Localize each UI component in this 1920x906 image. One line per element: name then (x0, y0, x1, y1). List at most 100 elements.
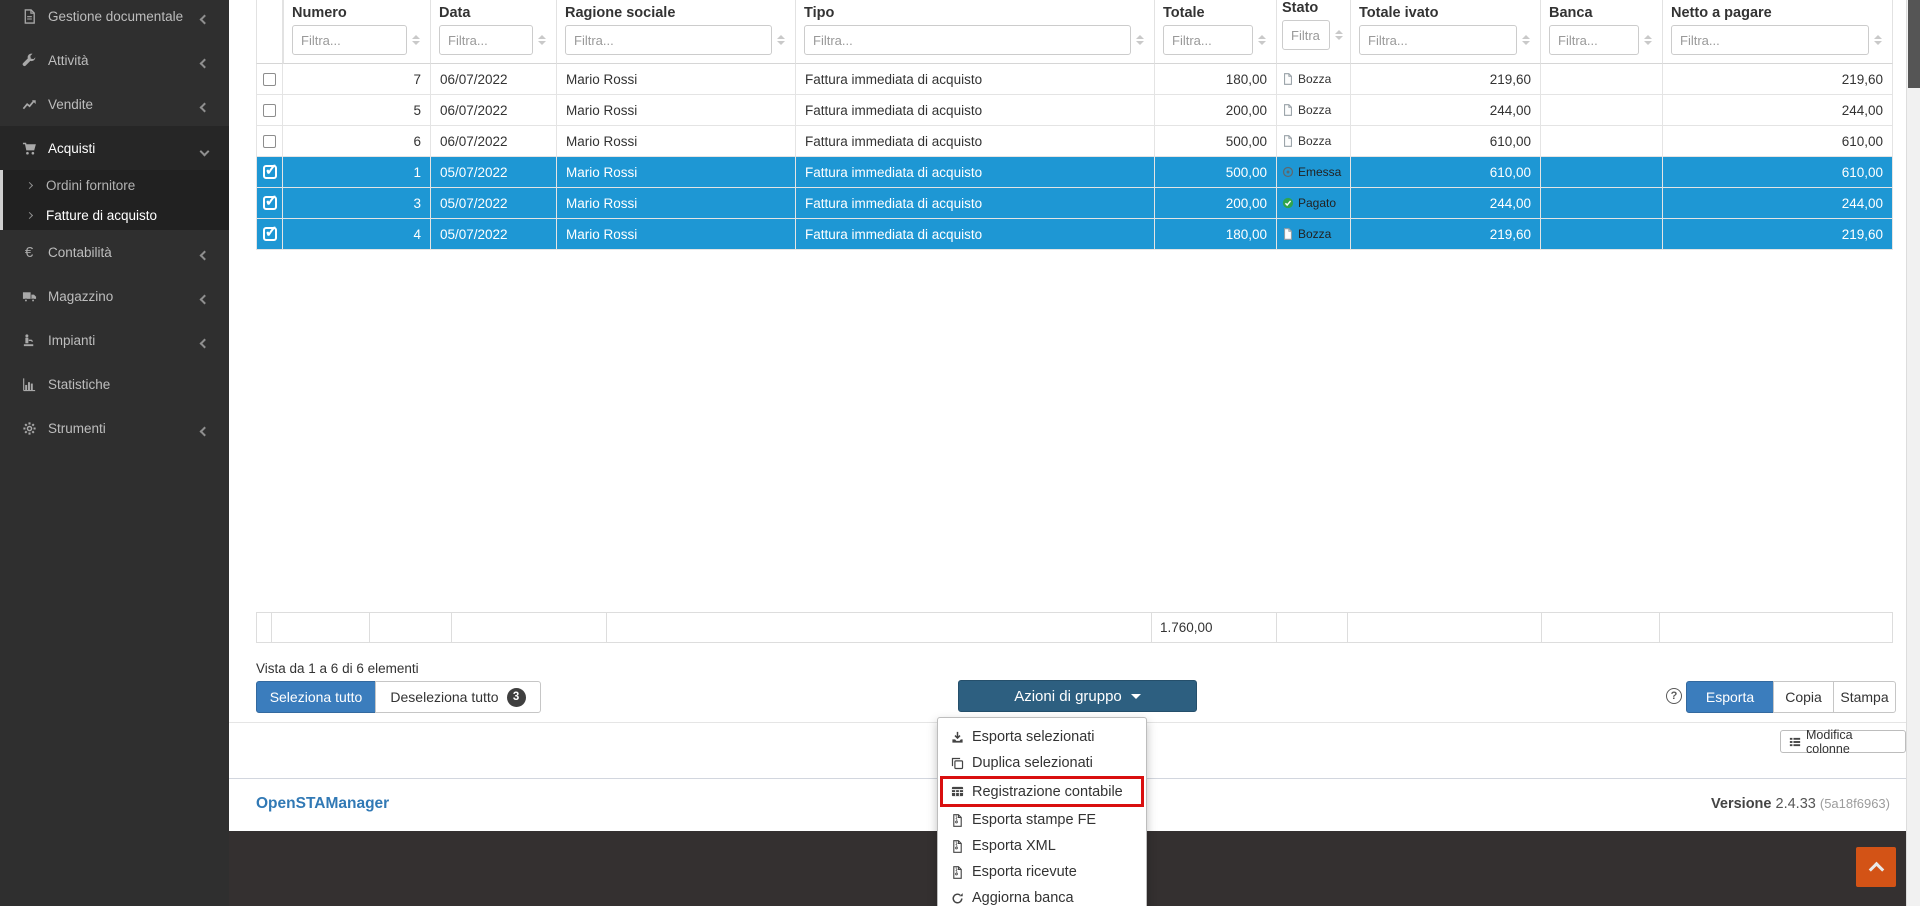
cell-netto-a-pagare: 610,00 (1663, 126, 1893, 156)
cell-totale: 180,00 (1155, 64, 1277, 94)
group-actions-button[interactable]: Azioni di gruppo (958, 680, 1197, 712)
export-bar-button[interactable]: Stampa (1833, 681, 1896, 713)
scroll-to-top-button[interactable] (1856, 847, 1896, 887)
sidebar-item-acquisti[interactable]: Acquisti (0, 126, 229, 170)
column-title: Numero (292, 5, 422, 21)
menu-item-label: Registrazione contabile (972, 784, 1123, 800)
table-row[interactable]: 3 05/07/2022 Mario Rossi Fattura immedia… (256, 188, 1893, 219)
chevron-up-icon (1868, 862, 1884, 878)
chevron-icon (200, 103, 210, 113)
column-filter-input[interactable] (1549, 25, 1639, 55)
row-checkbox[interactable] (256, 95, 283, 125)
main-content: Numero Data (229, 0, 1906, 831)
sidebar-item[interactable]: Impianti (0, 318, 229, 362)
column-filter-input[interactable] (1359, 25, 1517, 55)
cell-banca (1541, 188, 1663, 218)
sidebar-subitem[interactable]: Fatture di acquisto (0, 200, 229, 230)
cell-ragione-sociale: Mario Rossi (557, 219, 796, 249)
sort-carets[interactable] (1872, 35, 1884, 45)
scrollbar-thumb[interactable] (1908, 0, 1920, 88)
sort-carets[interactable] (1134, 35, 1146, 45)
sidebar-item-label: Acquisti (48, 141, 95, 156)
export-bar-button[interactable]: Esporta (1686, 681, 1774, 713)
sidebar-item[interactable]: € Contabilità (0, 230, 229, 274)
column-filter-input[interactable] (1671, 25, 1869, 55)
column-filter-input[interactable] (1163, 25, 1253, 55)
sort-carets[interactable] (1642, 35, 1654, 45)
help-button[interactable]: ? (1666, 688, 1682, 704)
totals-cell (272, 612, 370, 643)
sidebar-subitem[interactable]: Ordini fornitore (0, 170, 229, 200)
row-checkbox[interactable] (256, 64, 283, 94)
cell-totale-ivato: 244,00 (1351, 95, 1541, 125)
sidebar-item-label: Strumenti (48, 421, 106, 436)
table-row[interactable]: 6 06/07/2022 Mario Rossi Fattura immedia… (256, 126, 1893, 157)
totals-cell (1348, 612, 1542, 643)
menu-item[interactable]: Esporta ricevute (938, 859, 1146, 885)
row-checkbox[interactable] (256, 188, 283, 218)
menu-item-label: Esporta ricevute (972, 864, 1077, 880)
columns-list-icon (1789, 736, 1801, 748)
draft-icon (1282, 135, 1294, 147)
sort-carets[interactable] (775, 35, 787, 45)
sort-carets[interactable] (1256, 35, 1268, 45)
menu-item[interactable]: Duplica selezionati (938, 750, 1146, 776)
sidebar-item-label: Vendite (48, 97, 93, 112)
column-header: Numero (283, 0, 431, 64)
menu-item[interactable]: Esporta stampe FE (938, 807, 1146, 833)
table-row[interactable]: 5 06/07/2022 Mario Rossi Fattura immedia… (256, 95, 1893, 126)
sidebar-item[interactable]: Statistiche (0, 362, 229, 406)
sidebar-item[interactable]: Attività (0, 38, 229, 82)
menu-item-label: Esporta selezionati (972, 729, 1095, 745)
checkbox-icon (263, 104, 276, 117)
sidebar-item[interactable]: Gestione documentale (0, 0, 229, 38)
paid-icon (1282, 197, 1294, 209)
row-checkbox[interactable] (256, 126, 283, 156)
sidebar-item[interactable]: Magazzino (0, 274, 229, 318)
menu-item[interactable]: Esporta selezionati (938, 724, 1146, 750)
vertical-scrollbar[interactable] (1906, 0, 1920, 906)
column-filter-input[interactable] (804, 25, 1131, 55)
totals-cell (1542, 612, 1660, 643)
deselect-all-button[interactable]: Deseleziona tutto 3 (375, 681, 541, 713)
version-number: 2.4.33 (1776, 796, 1816, 812)
clone-icon (950, 757, 965, 770)
cell-banca (1541, 219, 1663, 249)
table-row[interactable]: 1 05/07/2022 Mario Rossi Fattura immedia… (256, 157, 1893, 188)
cell-data: 06/07/2022 (431, 95, 557, 125)
brand-link[interactable]: OpenSTAManager (256, 795, 389, 813)
select-all-button[interactable]: Seleziona tutto (256, 681, 376, 713)
document-icon (19, 9, 39, 24)
checkbox-icon (263, 165, 277, 179)
chevron-icon (200, 339, 210, 349)
menu-item[interactable]: Esporta XML (938, 833, 1146, 859)
sort-carets[interactable] (536, 35, 548, 45)
table-row[interactable]: 7 06/07/2022 Mario Rossi Fattura immedia… (256, 64, 1893, 95)
sidebar-item-label: Attività (48, 53, 89, 68)
wrench-icon (19, 53, 39, 68)
export-bar-button[interactable]: Copia (1773, 681, 1834, 713)
sidebar-item-label: Statistiche (48, 377, 110, 392)
column-filter-input[interactable] (292, 25, 407, 55)
sidebar-item[interactable]: Vendite (0, 82, 229, 126)
cell-totale: 500,00 (1155, 126, 1277, 156)
column-title: Ragione sociale (565, 5, 787, 21)
column-filter-input[interactable] (439, 25, 533, 55)
selection-buttons: Seleziona tutto Deseleziona tutto 3 (256, 681, 541, 713)
version-text: Versione 2.4.33 (5a18f6963) (1711, 796, 1890, 812)
column-filter-input[interactable] (1282, 20, 1330, 50)
column-filter-input[interactable] (565, 25, 772, 55)
table-row[interactable]: 4 05/07/2022 Mario Rossi Fattura immedia… (256, 219, 1893, 250)
sort-carets[interactable] (1520, 35, 1532, 45)
menu-item[interactable]: Registrazione contabile (943, 779, 1141, 804)
sidebar-item[interactable]: Strumenti (0, 406, 229, 450)
sort-carets[interactable] (410, 35, 422, 45)
line-chart-icon (19, 97, 39, 112)
sort-carets[interactable] (1333, 30, 1345, 40)
cell-banca (1541, 126, 1663, 156)
row-checkbox[interactable] (256, 157, 283, 187)
row-checkbox[interactable] (256, 219, 283, 249)
cell-banca (1541, 95, 1663, 125)
modify-columns-button[interactable]: Modifica colonne (1780, 730, 1906, 753)
menu-item[interactable]: Aggiorna banca (938, 885, 1146, 906)
